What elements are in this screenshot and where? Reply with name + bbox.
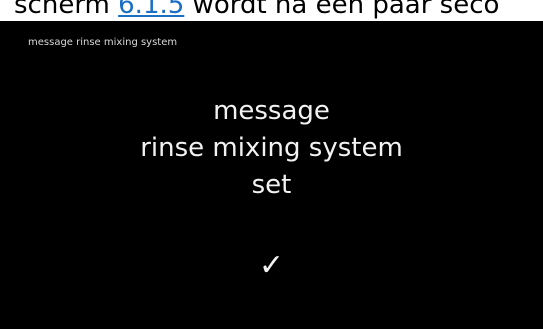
message-line-2: rinse mixing system	[140, 133, 403, 163]
document-text-line: scherm 6.1.5 wordt na een paar seco	[14, 0, 499, 21]
screen-title: message rinse mixing system	[28, 37, 178, 48]
message-line-1: message	[213, 96, 330, 126]
document-text-after: wordt na een paar seco	[184, 0, 500, 20]
document-text-before: scherm	[14, 0, 119, 20]
device-screen: message rinse mixing system message rins…	[0, 21, 543, 329]
message-line-3: set	[251, 170, 292, 200]
message-block: message rinse mixing system set	[0, 93, 543, 204]
document-link-6-1-5[interactable]: 6.1.5	[118, 0, 184, 20]
checkmark-icon[interactable]: ✓	[0, 249, 543, 283]
page: scherm 6.1.5 wordt na een paar seco mess…	[0, 0, 543, 329]
